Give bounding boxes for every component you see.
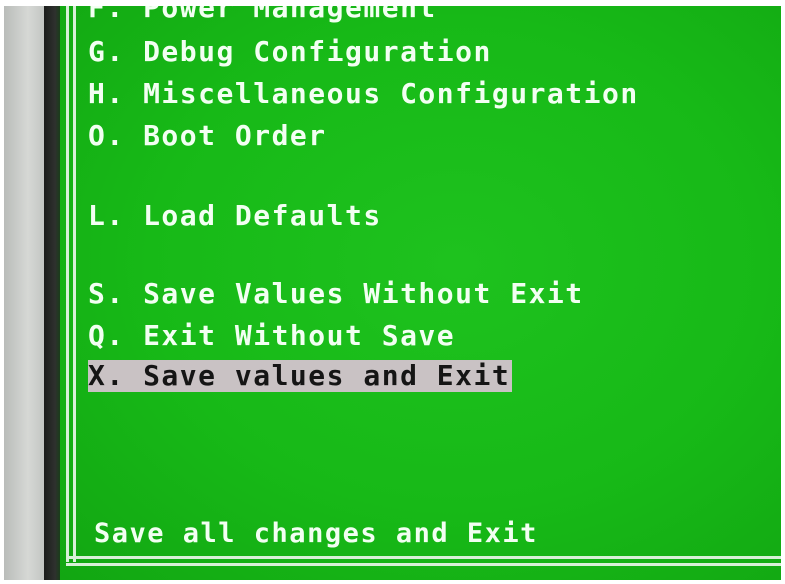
status-help-text: Save all changes and Exit: [94, 518, 538, 549]
menu-item-load-defaults[interactable]: L. Load Defaults: [88, 200, 382, 232]
screen-frame-bottom: [66, 556, 781, 566]
bios-photo: F. Power Management G. Debug Configurati…: [4, 6, 781, 580]
screen-frame-left: [66, 6, 76, 562]
menu-item-boot-order[interactable]: O. Boot Order: [88, 120, 327, 152]
menu-item-save-without-exit[interactable]: S. Save Values Without Exit: [88, 278, 584, 310]
menu-item-debug-configuration[interactable]: G. Debug Configuration: [88, 36, 492, 68]
menu-item-miscellaneous-configuration[interactable]: H. Miscellaneous Configuration: [88, 78, 639, 110]
menu-item-save-and-exit[interactable]: X. Save values and Exit: [88, 360, 513, 392]
menu-item-power-management[interactable]: F. Power Management: [88, 6, 437, 24]
monitor-bezel: [4, 6, 44, 580]
monitor-bezel-edge: [44, 6, 60, 580]
bios-screen: F. Power Management G. Debug Configurati…: [60, 6, 781, 580]
menu-item-exit-without-save[interactable]: Q. Exit Without Save: [88, 320, 455, 352]
